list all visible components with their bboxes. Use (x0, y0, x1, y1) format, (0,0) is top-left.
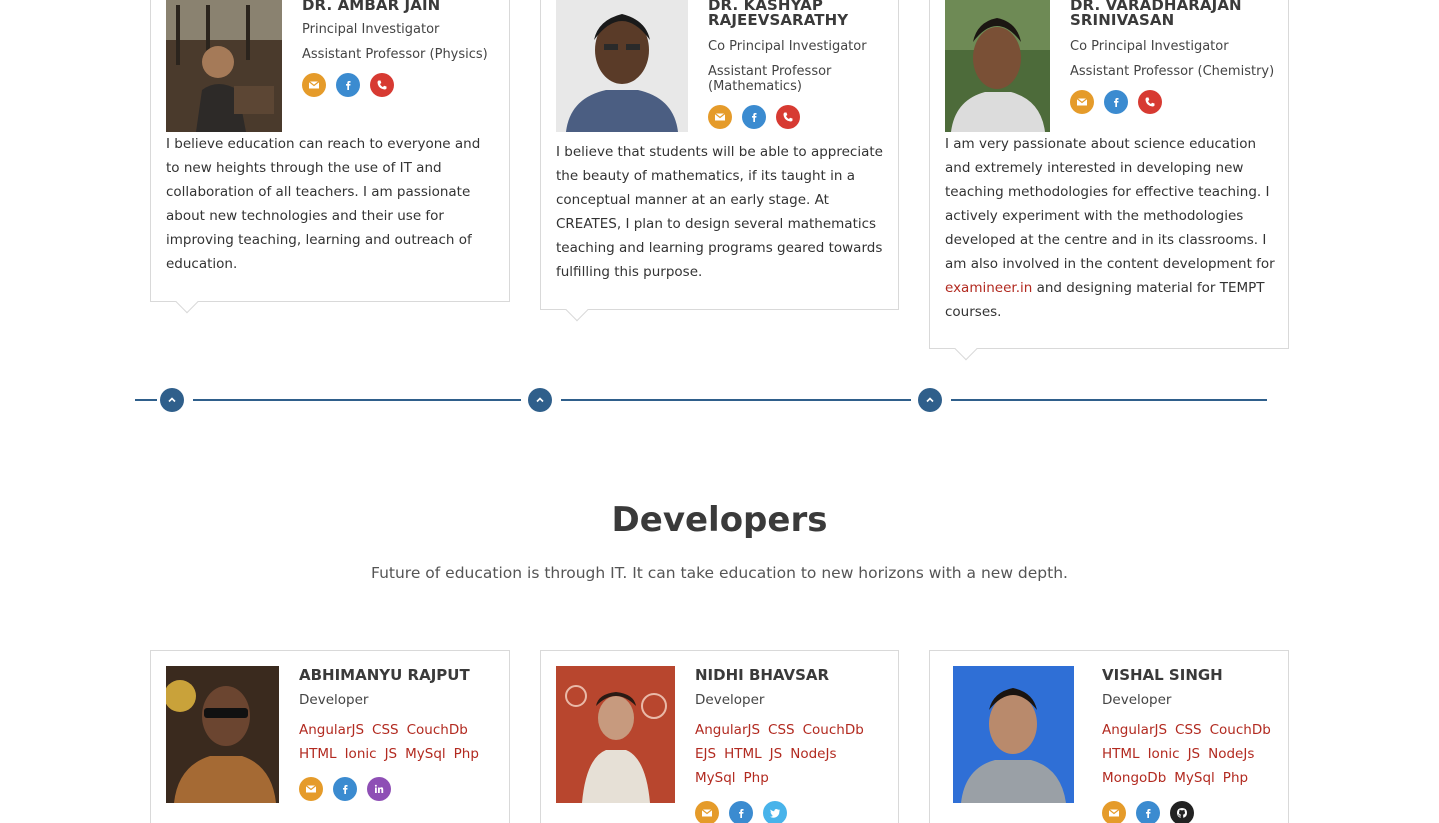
skill-tag[interactable]: CouchDb (407, 722, 468, 738)
facebook-icon[interactable] (1104, 90, 1128, 114)
developer-skills: AngularJS CSS CouchDb HTML Ionic JS MySql Php (299, 718, 499, 766)
skill-tag[interactable]: Php (744, 770, 769, 786)
investigator-bio: I believe that students will be able to … (556, 144, 883, 280)
photo-kashyap-rajeevsarathy (556, 0, 688, 132)
developer-role: Developer (695, 692, 765, 708)
skill-tag[interactable]: AngularJS (695, 722, 760, 738)
investigator-bio: I believe education can reach to everyon… (166, 136, 481, 272)
skill-tag[interactable]: CouchDb (803, 722, 864, 738)
developer-role: Developer (299, 692, 369, 708)
email-icon[interactable] (1070, 90, 1094, 114)
investigator-bio: I am very passionate about science educa… (945, 132, 1275, 324)
skill-tag[interactable]: JS (1188, 746, 1201, 762)
skill-tag[interactable]: EJS (695, 746, 716, 762)
skill-tag[interactable]: HTML (299, 746, 337, 762)
developer-skills: AngularJS CSS CouchDb EJS HTML JS NodeJs MySq… (695, 718, 885, 790)
skill-tag[interactable]: NodeJs (790, 746, 836, 762)
chevron-up-icon (168, 397, 176, 403)
investigator-title: Assistant Professor (Chemistry) (1070, 64, 1275, 79)
facebook-icon[interactable] (742, 105, 766, 129)
developers-subtitle: Future of education is through IT. It ca… (371, 564, 1068, 582)
examineer-link[interactable]: examineer.in (945, 280, 1032, 296)
developer-socials (299, 777, 391, 801)
developers-heading: Developers (611, 500, 828, 540)
developer-name: VISHAL SINGH (1102, 666, 1223, 684)
skill-tag[interactable]: AngularJS (299, 722, 364, 738)
developer-skills: AngularJS CSS CouchDb HTML Ionic JS NodeJs Mo… (1102, 718, 1282, 790)
investigator-role: Principal Investigator (302, 22, 440, 37)
bio-text: I am very passionate about science educa… (945, 136, 1275, 272)
facebook-icon[interactable] (1136, 801, 1160, 823)
email-icon[interactable] (302, 73, 326, 97)
photo-vishal-singh (953, 666, 1074, 803)
investigator-name-line2: RAJEEVSARATHY (708, 11, 849, 29)
linkedin-icon[interactable] (367, 777, 391, 801)
phone-icon[interactable] (776, 105, 800, 129)
investigator-name-line2: SRINIVASAN (1070, 11, 1175, 29)
photo-varadharajan-srinivasan (945, 0, 1050, 132)
developer-socials (695, 801, 787, 823)
skill-tag[interactable]: HTML (724, 746, 762, 762)
investigator-title-line1: Assistant Professor (708, 64, 832, 79)
chevron-up-icon (536, 397, 544, 403)
card-pointer (175, 290, 199, 314)
facebook-icon[interactable] (336, 73, 360, 97)
skill-tag[interactable]: MongoDb (1102, 770, 1166, 786)
developer-socials (1102, 801, 1194, 823)
twitter-icon[interactable] (763, 801, 787, 823)
email-icon[interactable] (299, 777, 323, 801)
investigator-title: Assistant Professor (Physics) (302, 47, 488, 62)
section-divider (561, 399, 911, 401)
investigator-title-line2: (Mathematics) (708, 79, 802, 94)
email-icon[interactable] (1102, 801, 1126, 823)
photo-ambar-jain (166, 0, 282, 132)
skill-tag[interactable]: CouchDb (1210, 722, 1271, 738)
developer-name: NIDHI BHAVSAR (695, 666, 830, 684)
investigator-role: Co Principal Investigator (1070, 39, 1229, 54)
skill-tag[interactable]: AngularJS (1102, 722, 1167, 738)
email-icon[interactable] (708, 105, 732, 129)
skill-tag[interactable]: MySql (695, 770, 736, 786)
skill-tag[interactable]: HTML (1102, 746, 1140, 762)
scroll-up-button[interactable] (918, 388, 942, 412)
investigator-socials (708, 105, 800, 129)
skill-tag[interactable]: NodeJs (1208, 746, 1254, 762)
investigator-role: Co Principal Investigator (708, 39, 867, 54)
investigator-name: DR. AMBAR JAIN (302, 0, 441, 14)
skill-tag[interactable]: CSS (768, 722, 795, 738)
skill-tag[interactable]: Ionic (1148, 746, 1180, 762)
chevron-up-icon (926, 397, 934, 403)
github-icon[interactable] (1170, 801, 1194, 823)
skill-tag[interactable]: JS (770, 746, 783, 762)
skill-tag[interactable]: Ionic (345, 746, 377, 762)
scroll-up-button[interactable] (528, 388, 552, 412)
section-divider (951, 399, 1267, 401)
developer-role: Developer (1102, 692, 1172, 708)
facebook-icon[interactable] (333, 777, 357, 801)
skill-tag[interactable]: Php (1223, 770, 1248, 786)
facebook-icon[interactable] (729, 801, 753, 823)
card-pointer (954, 337, 978, 361)
skill-tag[interactable]: Php (454, 746, 479, 762)
skill-tag[interactable]: MySql (405, 746, 446, 762)
photo-nidhi-bhavsar (556, 666, 675, 803)
skill-tag[interactable]: JS (385, 746, 398, 762)
section-divider (193, 399, 521, 401)
skill-tag[interactable]: MySql (1174, 770, 1215, 786)
developer-name: ABHIMANYU RAJPUT (299, 666, 470, 684)
investigator-socials (302, 73, 394, 97)
scroll-up-button[interactable] (160, 388, 184, 412)
card-pointer (565, 298, 589, 322)
photo-abhimanyu-rajput (166, 666, 279, 803)
phone-icon[interactable] (370, 73, 394, 97)
section-divider (135, 399, 157, 401)
email-icon[interactable] (695, 801, 719, 823)
skill-tag[interactable]: CSS (372, 722, 399, 738)
phone-icon[interactable] (1138, 90, 1162, 114)
skill-tag[interactable]: CSS (1175, 722, 1202, 738)
investigator-socials (1070, 90, 1162, 114)
